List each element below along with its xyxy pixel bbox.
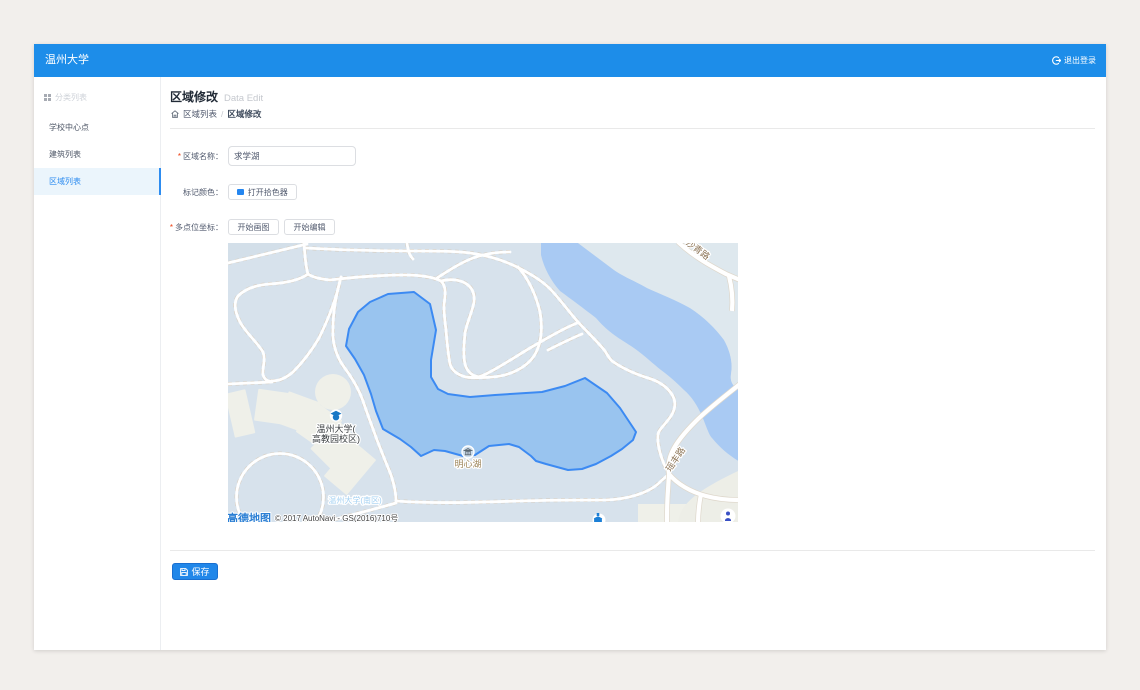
svg-text:© 2017 AutoNavi - GS(2016)710号: © 2017 AutoNavi - GS(2016)710号: [275, 514, 398, 522]
svg-text:高德地图: 高德地图: [228, 511, 271, 522]
svg-text:高教园校区): 高教园校区): [312, 433, 360, 444]
svg-text:明心湖: 明心湖: [454, 459, 481, 469]
svg-text:温州大学(: 温州大学(: [317, 423, 356, 434]
svg-text:温州大学(南区): 温州大学(南区): [328, 495, 382, 505]
